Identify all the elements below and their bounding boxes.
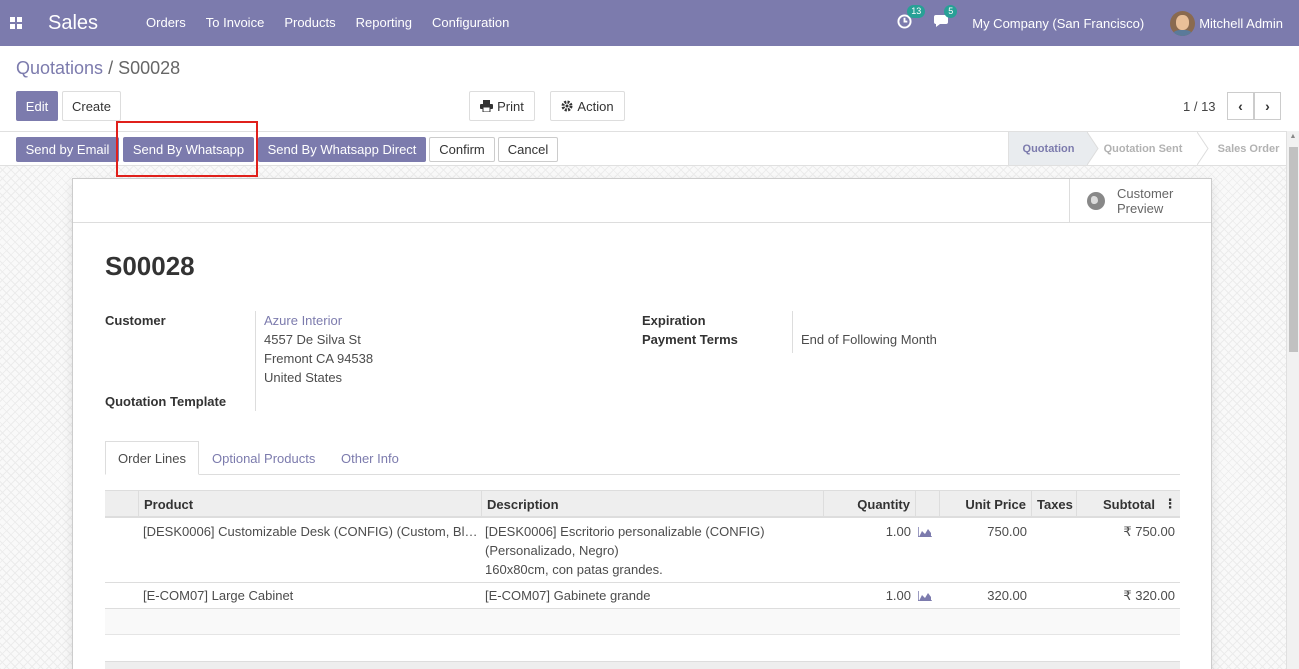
table-row[interactable]: [E-COM07] Large Cabinet [E-COM07] Gabine… (105, 583, 1180, 609)
form-sheet: Customer Preview S00028 Customer Azure I… (72, 178, 1212, 669)
quotation-template-label: Quotation Template (105, 394, 227, 409)
print-button[interactable]: Print (469, 91, 535, 121)
breadcrumb-quotations[interactable]: Quotations (16, 58, 103, 78)
menu-orders[interactable]: Orders (136, 0, 196, 46)
edit-button[interactable]: Edit (16, 91, 58, 121)
stage-quotation-sent[interactable]: Quotation Sent (1088, 132, 1198, 165)
breadcrumb: Quotations / S00028 (16, 58, 180, 79)
status-stages: Quotation Quotation Sent Sales Order (1008, 132, 1299, 165)
row-subtotal: ₹ 750.00 (1123, 524, 1175, 539)
row-description: (Personalizado, Negro) (485, 543, 619, 558)
table-footer (105, 661, 1180, 669)
apps-icon[interactable] (0, 0, 32, 46)
user-menu[interactable]: Mitchell Admin (1199, 16, 1283, 31)
gear-icon (561, 100, 573, 112)
menu-products[interactable]: Products (274, 0, 345, 46)
payment-terms-value[interactable]: End of Following Month (801, 332, 937, 347)
row-unit-price: 320.00 (987, 588, 1027, 603)
pager-value[interactable]: 1 / 13 (1183, 99, 1216, 114)
row-description: [E-COM07] Gabinete grande (485, 588, 651, 603)
stage-arrow-1 (1087, 132, 1099, 165)
column-taxes[interactable]: Taxes (1031, 491, 1076, 517)
activity-badge: 13 (907, 4, 926, 18)
create-button[interactable]: Create (62, 91, 121, 121)
menu-configuration[interactable]: Configuration (422, 0, 519, 46)
notebook-tabs: Order Lines Optional Products Other Info (105, 441, 1180, 475)
tab-order-lines[interactable]: Order Lines (105, 441, 199, 475)
print-label: Print (497, 98, 524, 114)
top-navbar: Sales Orders To Invoice Products Reporti… (0, 0, 1299, 46)
empty-row (105, 609, 1180, 635)
action-button[interactable]: Action (550, 91, 625, 121)
scroll-thumb[interactable] (1289, 147, 1298, 352)
table-header: Product Description Quantity Unit Price … (105, 490, 1180, 518)
scroll-up-icon[interactable]: ▲ (1287, 133, 1299, 140)
message-badge: 5 (944, 5, 958, 18)
confirm-button[interactable]: Confirm (429, 137, 495, 162)
column-subtotal[interactable]: Subtotal (1076, 491, 1160, 517)
user-avatar[interactable] (1170, 10, 1196, 36)
row-product: [DESK0006] Customizable Desk (CONFIG) (C… (143, 524, 478, 539)
globe-icon (1087, 192, 1105, 210)
row-product: [E-COM07] Large Cabinet (143, 588, 294, 603)
company-switcher[interactable]: My Company (San Francisco) (972, 16, 1144, 31)
column-unit-price[interactable]: Unit Price (939, 491, 1031, 517)
forecast-chart-icon[interactable] (918, 527, 932, 537)
activity-clock-icon[interactable]: 13 (897, 4, 926, 33)
cancel-button[interactable]: Cancel (498, 137, 558, 162)
row-quantity: 1.00 (885, 524, 911, 539)
row-subtotal: ₹ 320.00 (1123, 588, 1175, 603)
table-row[interactable]: [DESK0006] Customizable Desk (CONFIG) (C… (105, 518, 1180, 583)
app-name[interactable]: Sales (48, 12, 98, 35)
column-quantity[interactable]: Quantity (823, 491, 915, 517)
stage-arrow-2 (1197, 132, 1209, 165)
chat-icon[interactable]: 5 (934, 5, 958, 32)
expiration-label: Expiration (642, 313, 706, 328)
row-description: 160x80cm, con patas grandes. (485, 562, 663, 577)
column-options-icon[interactable]: ⋮ (1160, 491, 1180, 517)
button-box: Customer Preview (73, 179, 1211, 223)
stage-quotation[interactable]: Quotation (1008, 132, 1088, 165)
empty-row (105, 635, 1180, 661)
customer-preview-button[interactable]: Customer Preview (1069, 179, 1211, 223)
row-quantity: 1.00 (885, 588, 911, 603)
scrollbar[interactable]: ▲ (1286, 131, 1299, 669)
breadcrumb-separator: / (108, 58, 114, 78)
address-line: United States (264, 370, 343, 385)
customer-label: Customer (105, 313, 166, 328)
row-unit-price: 750.00 (987, 524, 1027, 539)
highlight-box (116, 121, 258, 177)
print-icon (480, 100, 494, 112)
payment-terms-label: Payment Terms (642, 332, 738, 347)
chevron-left-icon[interactable]: ‹ (1227, 92, 1254, 120)
breadcrumb-current: S00028 (118, 58, 181, 78)
tab-other-info[interactable]: Other Info (341, 441, 399, 475)
send-by-email-button[interactable]: Send by Email (16, 137, 119, 162)
menu-reporting[interactable]: Reporting (346, 0, 422, 46)
column-forecast (915, 491, 939, 517)
menu-to-invoice[interactable]: To Invoice (196, 0, 275, 46)
tab-optional-products[interactable]: Optional Products (212, 441, 315, 475)
send-by-whatsapp-direct-button[interactable]: Send By Whatsapp Direct (258, 137, 426, 162)
field-divider (255, 311, 256, 411)
row-description: [DESK0006] Escritorio personalizable (CO… (485, 524, 765, 539)
chevron-right-icon[interactable]: › (1254, 92, 1281, 120)
column-description[interactable]: Description (481, 491, 823, 517)
column-product[interactable]: Product (138, 491, 481, 517)
customer-link[interactable]: Azure Interior (264, 313, 342, 328)
forecast-chart-icon[interactable] (918, 591, 932, 601)
stage-sales-order[interactable]: Sales Order (1198, 132, 1299, 165)
action-label: Action (577, 98, 614, 114)
customer-preview-label: Customer Preview (1117, 186, 1174, 216)
record-title: S00028 (105, 251, 195, 281)
address-line: Fremont CA 94538 (264, 351, 374, 366)
field-divider (792, 311, 793, 353)
address-line: 4557 De Silva St (264, 332, 361, 347)
